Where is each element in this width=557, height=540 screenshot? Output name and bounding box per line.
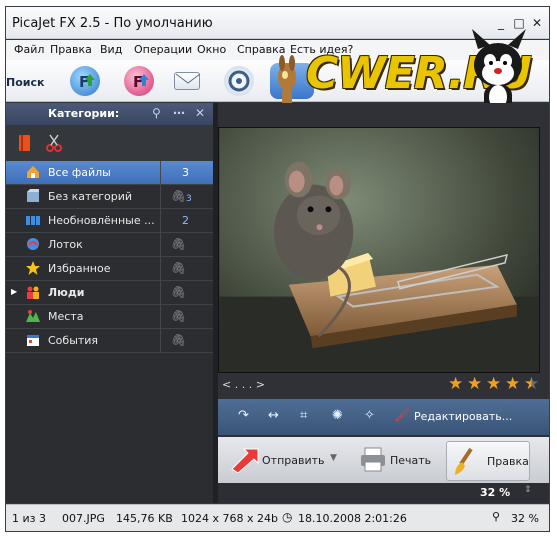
zoom-stepper-icon[interactable]: ⇕ xyxy=(524,485,532,495)
category-list: Все файлы 3 Без категорий 🖇 3 Необновлён… xyxy=(6,161,213,353)
zoom-row: 32 % ⇕ xyxy=(218,483,549,503)
brush-icon[interactable]: 🖌 xyxy=(394,408,411,423)
edit-toolbar: ↷ ↔ ⌗ ✺ ✧ 🖌 Редактировать... xyxy=(218,399,549,435)
status-zoom: 32 % xyxy=(511,512,539,525)
status-datetime: 18.10.2008 2:01:26 xyxy=(298,512,407,525)
svg-text:F: F xyxy=(133,73,143,91)
box-icon xyxy=(27,189,39,202)
paperclip-icon: 🖇 xyxy=(171,309,187,323)
status-bar: 1 из 3 007.JPG 145,76 KB 1024 x 768 x 24… xyxy=(6,504,549,531)
paperclip-icon: 🖇 xyxy=(171,237,187,251)
rating-star[interactable]: ★ xyxy=(467,374,482,394)
edit-tab[interactable]: Правка xyxy=(446,441,530,481)
scissors-icon[interactable] xyxy=(46,134,62,152)
rotate-icon[interactable]: ↷ xyxy=(238,408,249,423)
magic-wand-icon[interactable]: ✧ xyxy=(364,408,375,423)
sidebar-title: Категории: xyxy=(48,107,120,120)
menu-edit[interactable]: Правка xyxy=(50,43,92,56)
paperclip-icon: 🖇 xyxy=(171,285,187,299)
printer-icon[interactable] xyxy=(360,447,386,473)
photo-nav: < . . . > ★ ★ ★ ★ ★ xyxy=(218,374,549,395)
photo-nav-text[interactable]: < . . . > xyxy=(222,378,265,391)
category-events[interactable]: События 🖇 xyxy=(6,329,213,353)
category-not-updated[interactable]: Необновлённые ... 2 xyxy=(6,209,213,233)
svg-text:F: F xyxy=(79,73,89,91)
menu-window[interactable]: Окно xyxy=(197,43,226,56)
status-dimensions: 1024 x 768 x 24b xyxy=(181,512,278,525)
photo-viewer: < . . . > ★ ★ ★ ★ ★ ↷ ↔ ⌗ ✺ ✧ 🖌 Редактироват… xyxy=(218,103,549,503)
sidebar-header: Категории: ⚲ ⋯ ✕ xyxy=(6,103,213,125)
rating-star[interactable]: ★ xyxy=(448,374,463,394)
clock-icon: ◷ xyxy=(282,510,293,524)
sidebar-tools xyxy=(6,125,213,161)
calendar-icon xyxy=(27,335,39,346)
book-icon[interactable] xyxy=(18,134,32,152)
paintbrush-icon xyxy=(455,448,473,475)
edit-button-label[interactable]: Редактировать... xyxy=(414,410,512,423)
menu-operations[interactable]: Операции xyxy=(134,43,192,56)
category-sidebar: Категории: ⚲ ⋯ ✕ Все файлы 3 Без категор… xyxy=(6,103,213,503)
status-filename: 007.JPG xyxy=(62,512,105,525)
home-icon xyxy=(27,166,39,178)
film-icon[interactable] xyxy=(224,66,254,96)
category-places[interactable]: Места 🖇 xyxy=(6,305,213,329)
app-window: PicaJet FX 2.5 - По умолчанию _ □ ✕ Файл… xyxy=(5,6,550,532)
category-all-files[interactable]: Все файлы 3 xyxy=(6,161,213,185)
crop-icon[interactable]: ⌗ xyxy=(300,408,307,423)
paperclip-icon: 🖇 xyxy=(171,189,187,203)
search-icon[interactable]: ⚲ xyxy=(152,106,161,120)
status-position: 1 из 3 xyxy=(12,512,46,525)
menu-view[interactable]: Вид xyxy=(100,43,122,56)
rating-star[interactable]: ★ xyxy=(524,374,539,394)
flip-icon[interactable]: ↔ xyxy=(268,408,279,423)
zoom-level: 32 % xyxy=(480,486,511,499)
status-filesize: 145,76 KB xyxy=(116,512,173,525)
category-uncategorized[interactable]: Без категорий 🖇 3 xyxy=(6,185,213,209)
window-title: PicaJet FX 2.5 - По умолчанию xyxy=(12,16,213,31)
filmstrip-icon xyxy=(26,216,40,225)
action-bar: Отправить ▼ Печать Правка xyxy=(218,437,549,483)
rating-star[interactable]: ★ xyxy=(486,374,501,394)
places-icon xyxy=(26,310,40,322)
send-dropdown-icon[interactable]: ▼ xyxy=(330,453,337,463)
paperclip-icon: 🖇 xyxy=(171,261,187,275)
people-icon xyxy=(27,286,39,299)
search-label[interactable]: Поиск xyxy=(6,76,44,89)
close-icon[interactable]: ✕ xyxy=(195,106,205,120)
send-button[interactable]: Отправить xyxy=(262,454,325,467)
tray-icon xyxy=(27,238,39,250)
email-icon[interactable] xyxy=(174,72,201,90)
send-icon[interactable] xyxy=(230,447,260,473)
category-favorites[interactable]: Избранное 🖇 xyxy=(6,257,213,281)
more-icon[interactable]: ⋯ xyxy=(173,106,185,120)
share-icon[interactable]: F xyxy=(124,66,154,96)
expand-arrow-icon[interactable]: ▶ xyxy=(11,287,17,296)
zoom-icon: ⚲ xyxy=(492,510,501,523)
rating-star[interactable]: ★ xyxy=(505,374,520,394)
brightness-icon[interactable]: ✺ xyxy=(332,408,343,423)
category-people[interactable]: ▶ Люди 🖇 xyxy=(6,281,213,305)
print-button[interactable]: Печать xyxy=(390,454,431,467)
menu-file[interactable]: Файл xyxy=(14,43,44,56)
category-tray[interactable]: Лоток 🖇 xyxy=(6,233,213,257)
paperclip-icon: 🖇 xyxy=(171,333,187,347)
photo-preview[interactable] xyxy=(218,127,540,373)
star-icon xyxy=(26,261,40,275)
upload-icon[interactable]: F xyxy=(70,66,100,96)
